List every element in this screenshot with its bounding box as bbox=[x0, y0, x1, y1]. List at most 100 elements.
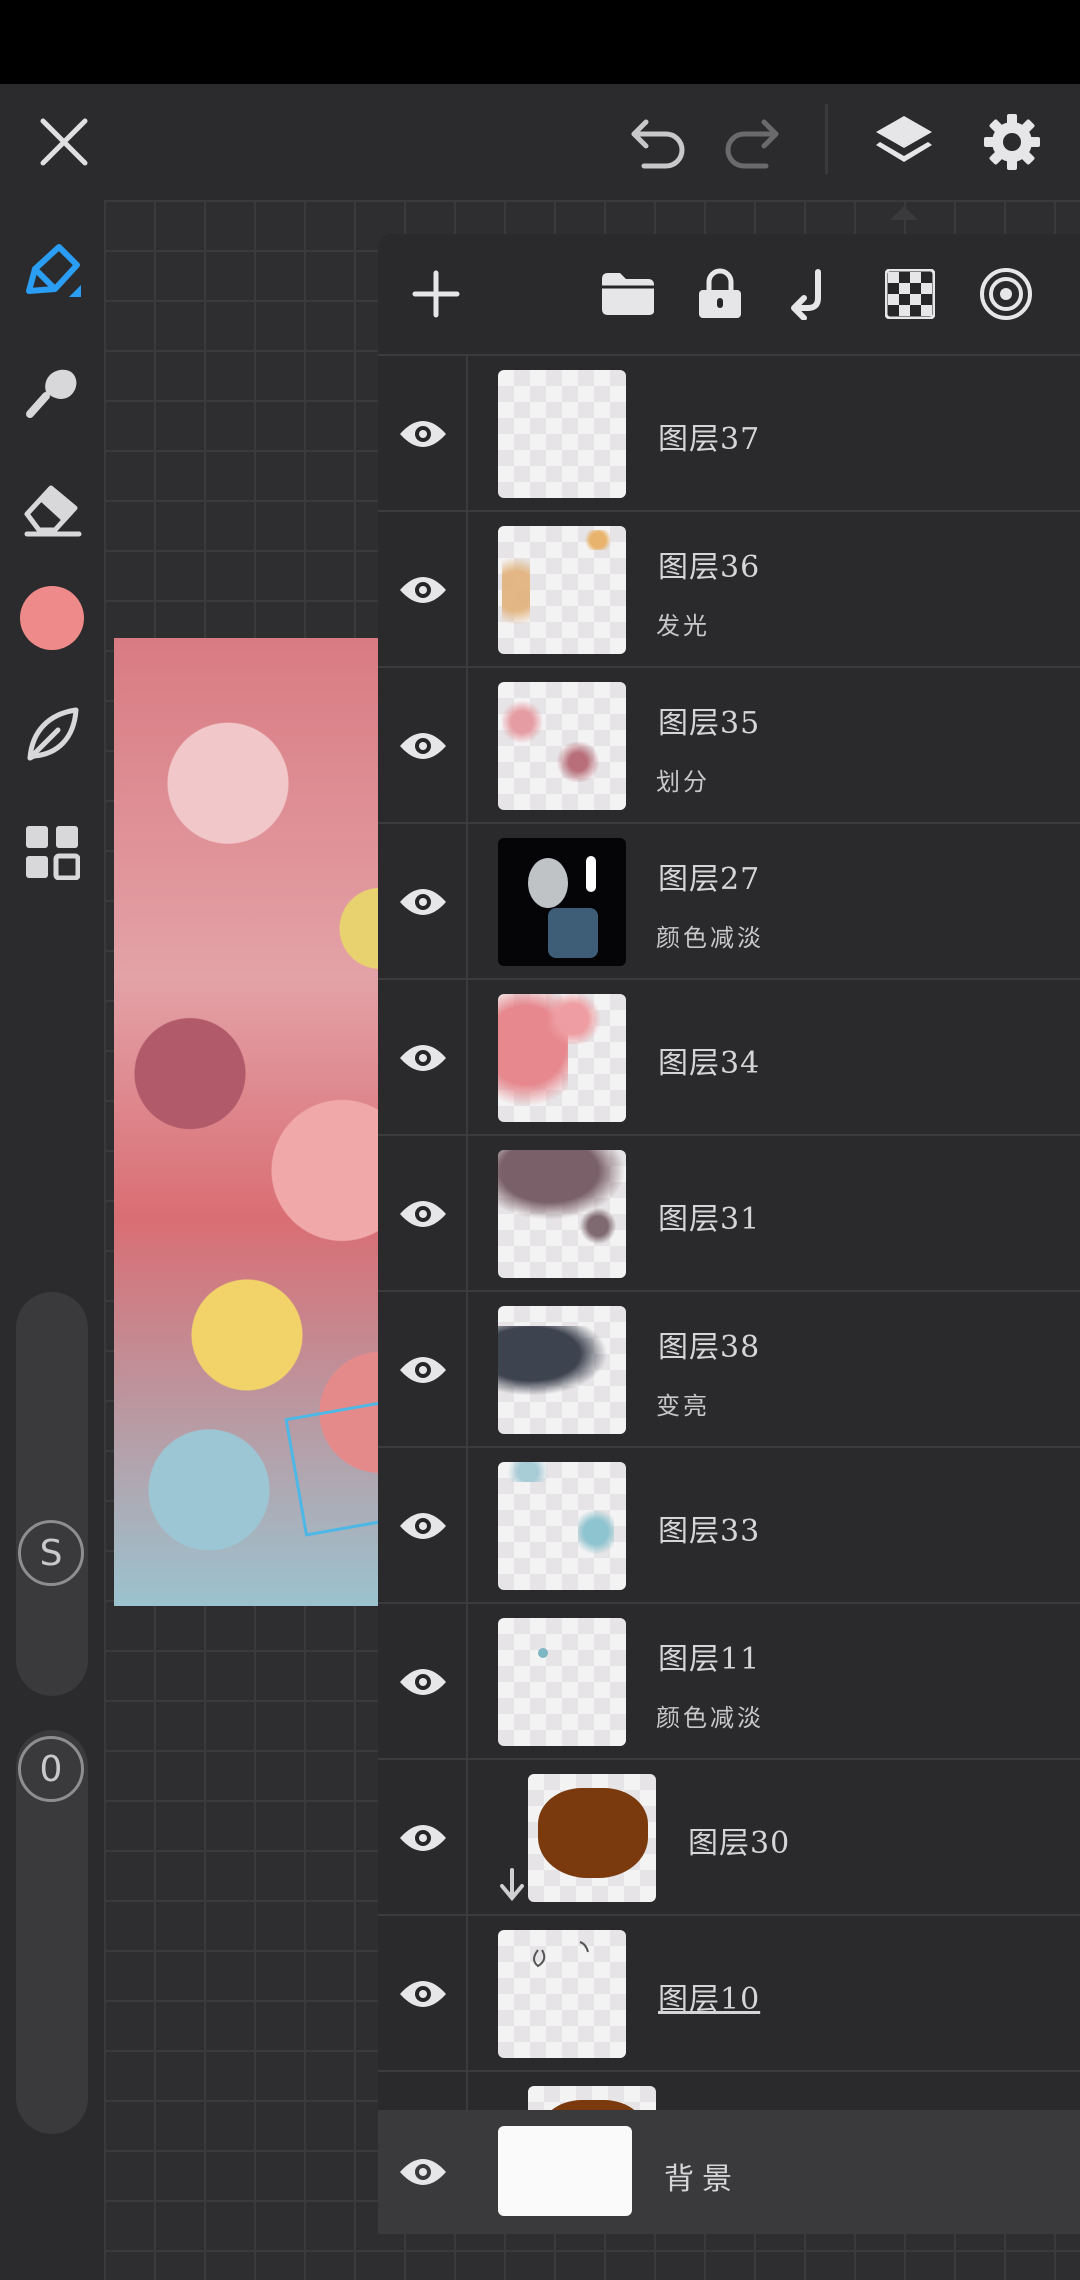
layer-name: 图层10 bbox=[658, 1982, 761, 2017]
undo-icon bbox=[631, 119, 685, 169]
thumb-paint bbox=[578, 530, 618, 550]
background-thumbnail bbox=[498, 2126, 632, 2216]
layer-name: 图层30 bbox=[688, 1826, 791, 1861]
eye-icon bbox=[400, 577, 446, 603]
eye-icon bbox=[400, 1669, 446, 1695]
layer-thumbnail bbox=[498, 1150, 626, 1278]
layer-row[interactable]: 图层37 bbox=[378, 354, 1080, 510]
visibility-toggle[interactable] bbox=[378, 512, 468, 666]
layer-thumbnail bbox=[498, 1306, 626, 1434]
layer-name: 图层11 bbox=[658, 1642, 761, 1677]
blend-mode-button[interactable] bbox=[968, 256, 1044, 332]
thumb-sketch bbox=[533, 1941, 589, 1968]
add-icon bbox=[412, 270, 460, 318]
thumb-paint bbox=[578, 1502, 614, 1562]
thumb-paint bbox=[528, 858, 568, 908]
settings-button[interactable] bbox=[970, 100, 1054, 184]
redo-icon bbox=[725, 119, 779, 169]
layer-row[interactable]: 图层33 bbox=[378, 1446, 1080, 1602]
layer-row[interactable]: 图层38 变亮 bbox=[378, 1290, 1080, 1446]
background-layer-row[interactable]: 背景 bbox=[378, 2110, 1080, 2234]
layer-row[interactable]: 图层11 颜色减淡 bbox=[378, 1602, 1080, 1758]
thumb-paint bbox=[502, 536, 530, 646]
visibility-toggle[interactable] bbox=[378, 356, 468, 510]
checkerboard-icon bbox=[885, 269, 935, 319]
grid-icon bbox=[26, 826, 80, 880]
layer-name: 图层36 bbox=[658, 550, 761, 585]
eye-icon bbox=[400, 421, 446, 447]
brush-size-slider[interactable] bbox=[16, 1292, 88, 1696]
clipping-mask-button[interactable] bbox=[774, 256, 850, 332]
thumb-paint bbox=[586, 856, 596, 892]
visibility-toggle[interactable] bbox=[378, 1760, 524, 1914]
layer-thumbnail bbox=[498, 838, 626, 966]
background-layer-label: 背景 bbox=[664, 2162, 740, 2197]
clipping-arrow-icon bbox=[500, 1868, 524, 1902]
lock-icon bbox=[699, 268, 741, 318]
layers-panel-header bbox=[378, 234, 1080, 354]
thumb-paint bbox=[548, 742, 608, 782]
eye-icon[interactable] bbox=[398, 2152, 448, 2192]
smudge-icon bbox=[26, 369, 77, 418]
lock-layer-button[interactable] bbox=[682, 256, 758, 332]
layer-row[interactable]: 图层10 bbox=[378, 1914, 1080, 2070]
redo-button[interactable] bbox=[712, 100, 796, 184]
visibility-toggle[interactable] bbox=[378, 1448, 468, 1602]
gallery-tool[interactable] bbox=[14, 814, 90, 890]
layer-thumbnail bbox=[498, 1618, 626, 1746]
layer-thumbnail bbox=[498, 682, 626, 810]
eye-icon bbox=[400, 1201, 446, 1227]
brush-size-badge: S bbox=[18, 1520, 84, 1586]
layer-name: 图层34 bbox=[658, 1046, 761, 1081]
adjustments-tool[interactable] bbox=[14, 696, 90, 772]
eye-icon bbox=[400, 889, 446, 915]
layers-button[interactable] bbox=[862, 100, 946, 184]
layer-row[interactable]: 图层35 划分 bbox=[378, 666, 1080, 822]
visibility-toggle[interactable] bbox=[378, 980, 468, 1134]
folder-icon bbox=[602, 273, 654, 315]
thumb-paint bbox=[498, 1462, 558, 1482]
blend-icon bbox=[980, 268, 1032, 320]
eraser-tool[interactable] bbox=[14, 470, 90, 546]
thumb-paint bbox=[578, 1206, 618, 1246]
clip-icon bbox=[791, 269, 821, 320]
pen-icon bbox=[26, 244, 81, 297]
thumb-paint bbox=[498, 1326, 608, 1396]
layer-row[interactable]: 图层27 颜色减淡 bbox=[378, 822, 1080, 978]
smudge-tool[interactable] bbox=[14, 354, 90, 430]
layer-blend-mode: 颜色减淡 bbox=[656, 924, 764, 952]
add-layer-button[interactable] bbox=[398, 256, 474, 332]
color-swatch[interactable] bbox=[20, 586, 84, 650]
layer-row[interactable]: 图层31 bbox=[378, 1134, 1080, 1290]
eye-icon bbox=[400, 1513, 446, 1539]
layer-thumbnail bbox=[498, 1930, 626, 2058]
layer-row[interactable]: 图层34 bbox=[378, 978, 1080, 1134]
thumb-paint bbox=[538, 1788, 648, 1878]
visibility-toggle[interactable] bbox=[378, 668, 468, 822]
visibility-toggle[interactable] bbox=[378, 1916, 468, 2070]
layer-thumbnail bbox=[498, 994, 626, 1122]
layer-blend-mode: 颜色减淡 bbox=[656, 1704, 764, 1732]
visibility-toggle[interactable] bbox=[378, 1292, 468, 1446]
undo-button[interactable] bbox=[614, 100, 698, 184]
layer-blend-mode: 划分 bbox=[656, 768, 710, 796]
thumb-paint bbox=[538, 1648, 548, 1658]
layer-row[interactable]: 图层30 bbox=[378, 1758, 1080, 1914]
eye-icon bbox=[400, 1045, 446, 1071]
eye-icon bbox=[400, 1981, 446, 2007]
layer-row[interactable]: 图层36 发光 bbox=[378, 510, 1080, 666]
eraser-icon bbox=[24, 485, 82, 537]
layer-thumbnail bbox=[498, 1462, 626, 1590]
layer-name: 图层37 bbox=[658, 422, 761, 457]
layer-thumbnail bbox=[528, 1774, 656, 1902]
visibility-toggle[interactable] bbox=[378, 1136, 468, 1290]
visibility-toggle[interactable] bbox=[378, 1604, 468, 1758]
alpha-lock-button[interactable] bbox=[872, 256, 948, 332]
close-button[interactable] bbox=[22, 100, 106, 184]
brush-tool[interactable] bbox=[14, 236, 90, 312]
visibility-toggle[interactable] bbox=[378, 824, 468, 978]
group-layer-button[interactable] bbox=[590, 256, 666, 332]
thumb-paint bbox=[502, 692, 542, 752]
eye-icon bbox=[400, 733, 446, 759]
layer-thumbnail bbox=[498, 370, 626, 498]
